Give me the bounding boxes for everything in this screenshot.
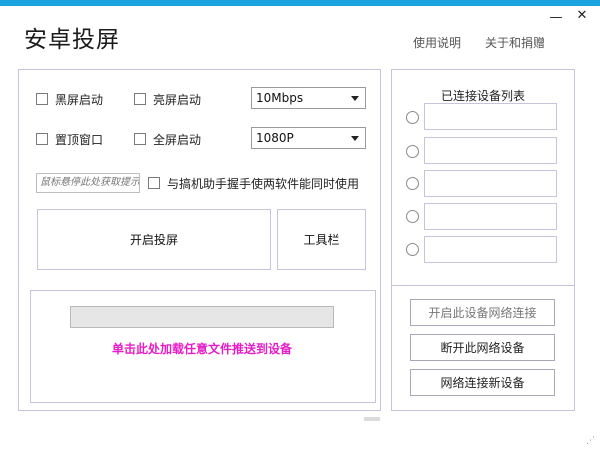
push-progress-bar bbox=[70, 306, 334, 328]
fullscreen-label: 全屏启动 bbox=[153, 132, 202, 147]
fullscreen-start-option[interactable]: 全屏启动 bbox=[134, 131, 201, 147]
coexist-checkbox[interactable] bbox=[148, 177, 160, 189]
minimize-icon: — bbox=[549, 10, 563, 25]
device-slot-1[interactable] bbox=[424, 103, 557, 130]
resolution-value: 1080P bbox=[256, 131, 294, 145]
device-radio-2[interactable] bbox=[406, 145, 419, 158]
fullscreen-checkbox[interactable] bbox=[134, 133, 146, 145]
device-slot-2[interactable] bbox=[424, 137, 557, 164]
toolbar-label: 工具栏 bbox=[303, 233, 340, 247]
pin-top-window-option[interactable]: 置顶窗口 bbox=[36, 131, 103, 147]
right-panel-divider bbox=[392, 285, 574, 286]
device-radio-3[interactable] bbox=[406, 177, 419, 190]
device-radio-4[interactable] bbox=[406, 210, 419, 223]
black-screen-checkbox[interactable] bbox=[36, 93, 48, 105]
minimize-button[interactable]: — bbox=[546, 8, 566, 28]
disconnect-network-label: 断开此网络设备 bbox=[440, 341, 525, 355]
mouse-hint-field[interactable]: 鼠标悬停此处获取提示 bbox=[36, 173, 140, 193]
black-screen-start-option[interactable]: 黑屏启动 bbox=[36, 91, 103, 107]
pin-top-label: 置顶窗口 bbox=[55, 132, 104, 147]
coexist-label: 与搞机助手握手使两软件能同时使用 bbox=[167, 176, 360, 191]
close-button[interactable]: ✕ bbox=[572, 6, 592, 26]
device-slot-4[interactable] bbox=[424, 203, 557, 230]
bitrate-select[interactable]: 10Mbps bbox=[251, 87, 366, 109]
black-screen-label: 黑屏启动 bbox=[55, 92, 104, 107]
device-list-title: 已连接设备列表 bbox=[440, 89, 525, 103]
chevron-down-icon bbox=[351, 96, 359, 101]
disconnect-network-button[interactable]: 断开此网络设备 bbox=[410, 334, 555, 361]
close-icon: ✕ bbox=[576, 8, 588, 23]
resolution-select[interactable]: 1080P bbox=[251, 127, 366, 149]
start-cast-button[interactable]: 开启投屏 bbox=[37, 209, 271, 270]
about-donate-link[interactable]: 关于和捐赠 bbox=[485, 34, 545, 51]
device-slot-5[interactable] bbox=[424, 236, 557, 263]
connect-new-device-button[interactable]: 网络连接新设备 bbox=[410, 369, 555, 396]
help-link[interactable]: 使用说明 bbox=[413, 34, 461, 51]
window-accent-bar bbox=[0, 0, 600, 6]
device-slot-3[interactable] bbox=[424, 170, 557, 197]
connect-new-device-label: 网络连接新设备 bbox=[440, 376, 525, 390]
device-radio-1[interactable] bbox=[406, 111, 419, 124]
app-title: 安卓投屏 bbox=[24, 27, 120, 53]
coexist-option[interactable]: 与搞机助手握手使两软件能同时使用 bbox=[148, 175, 359, 191]
resize-grip-icon[interactable]: ⋰ bbox=[586, 436, 595, 446]
bright-screen-start-option[interactable]: 亮屏启动 bbox=[134, 91, 201, 107]
toolbar-button[interactable]: 工具栏 bbox=[277, 209, 366, 270]
chevron-down-icon bbox=[351, 136, 359, 141]
bright-screen-label: 亮屏启动 bbox=[153, 92, 202, 107]
bitrate-value: 10Mbps bbox=[256, 91, 304, 105]
push-file-label[interactable]: 单击此处加载任意文件推送到设备 bbox=[70, 340, 334, 357]
pin-top-checkbox[interactable] bbox=[36, 133, 48, 145]
enable-network-button[interactable]: 开启此设备网络连接 bbox=[410, 299, 555, 326]
start-cast-label: 开启投屏 bbox=[129, 233, 178, 247]
bottom-handle bbox=[364, 417, 380, 421]
bright-screen-checkbox[interactable] bbox=[134, 93, 146, 105]
device-radio-5[interactable] bbox=[406, 243, 419, 256]
enable-network-label: 开启此设备网络连接 bbox=[428, 306, 537, 320]
